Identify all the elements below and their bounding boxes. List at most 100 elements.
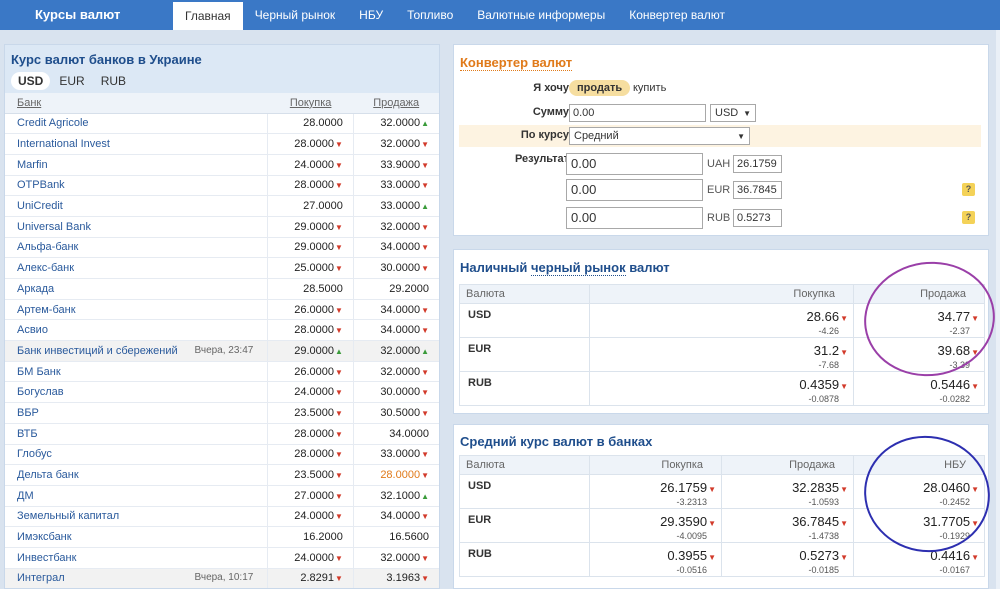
bank-name-link[interactable]: Асвио [17, 324, 48, 336]
bank-name-link[interactable]: ДМ [17, 490, 34, 502]
average-rate-row: USD 26.1759▼ -3.2313 32.2835▼ -1.0593 28.0460… [459, 474, 985, 509]
help-icon[interactable]: ? [962, 183, 975, 196]
result-eur-input[interactable]: 0.00 [566, 179, 703, 201]
bank-name-link[interactable]: Артем-банк [17, 304, 76, 316]
bank-name-link[interactable]: Интеграл [17, 572, 65, 584]
bank-name-link[interactable]: Земельный капитал [17, 510, 119, 522]
rate-delta: -0.0282 [939, 394, 970, 404]
bank-name-link[interactable]: UniCredit [17, 200, 63, 212]
bank-name-link[interactable]: Имэксбанк [17, 531, 72, 543]
nav-nbu[interactable]: НБУ [347, 0, 395, 30]
buy-rate-cell: 24.0000▼ [267, 547, 354, 569]
bank-row: Аркада 28.5000 29.2000 [5, 278, 439, 300]
bank-name-link[interactable]: ВТБ [17, 428, 38, 440]
bank-name-link[interactable]: International Invest [17, 138, 110, 150]
bank-rates-title: Курс валют банков в Украине [11, 52, 202, 67]
help-icon[interactable]: ? [962, 211, 975, 224]
buy-rate: 29.0000 [294, 344, 334, 357]
tab-rub[interactable]: RUB [94, 72, 133, 90]
currency-code: RUB [459, 371, 590, 406]
converter-title[interactable]: Конвертер валют [460, 55, 573, 71]
bank-name-link[interactable]: Банк инвестиций и сбережений [17, 345, 178, 357]
sell-rate: 16.5600 [389, 531, 429, 544]
col-buy[interactable]: Покупка [267, 93, 354, 114]
sell-rate-cell: 3.1963▼ [352, 568, 439, 588]
nav-home[interactable]: Главная [173, 2, 243, 30]
result-rub-input[interactable]: 0.00 [566, 207, 703, 229]
rate-cell: 29.3590▼ -4.0095 [589, 508, 722, 543]
want-row: Я хочу продать купить [459, 78, 981, 100]
buy-rate-cell: 29.0000▼ [267, 237, 354, 259]
bank-name-link[interactable]: OTPBank [17, 179, 65, 191]
trend-down-icon: ▼ [334, 471, 343, 481]
buy-rate-cell: 27.0000 [267, 195, 354, 217]
rate-cell: 0.3955▼ -0.0516 [589, 542, 722, 577]
trend-down-icon: ▼ [421, 553, 429, 563]
sell-rate: 33.0000 [380, 179, 421, 192]
sum-currency-select[interactable]: USD ▼ [710, 104, 756, 122]
bank-name-link[interactable]: БМ Банк [17, 366, 61, 378]
bank-name-link[interactable]: Алекс-банк [17, 262, 74, 274]
bank-name-link[interactable]: Credit Agricole [17, 117, 89, 129]
rate-cell: 26.1759▼ -3.2313 [589, 474, 722, 509]
rate-value: 0.5446 [930, 377, 971, 392]
rate-select[interactable]: Средний ▼ [569, 127, 750, 145]
bank-name-link[interactable]: Богуслав [17, 386, 64, 398]
col-sell[interactable]: Продажа [353, 93, 439, 114]
tab-eur[interactable]: EUR [52, 72, 91, 90]
top-nav-bar: Курсы валют Главная Черный рынок НБУ Топ… [0, 0, 1000, 30]
page-scrollbar[interactable] [996, 30, 1000, 589]
result-uah-input[interactable]: 0.00 [566, 153, 703, 175]
currency-tabs: USD EUR RUB [11, 72, 133, 90]
bank-name-link[interactable]: Глобус [17, 448, 52, 460]
bank-name-link[interactable]: Альфа-банк [17, 241, 78, 253]
trend-down-icon: ▼ [971, 519, 979, 528]
bank-name-link[interactable]: Marfin [17, 159, 48, 171]
col-currency: Валюта [459, 455, 590, 475]
sell-rate-cell: 30.0000▼ [352, 381, 439, 404]
site-logo[interactable]: Курсы валют [35, 7, 120, 22]
trend-down-icon: ▼ [840, 485, 848, 494]
rate-value: 28.66 [806, 309, 840, 324]
sell-toggle[interactable]: продать [569, 80, 631, 96]
buy-rate: 24.0000 [294, 551, 334, 564]
black-market-link[interactable]: черный рынок [530, 260, 626, 276]
bank-row: Интеграл Вчера, 10:17 2.8291▼ 3.1963▼ [5, 568, 439, 588]
converter-panel: Конвертер валют Я хочу продать купить Су… [453, 44, 989, 236]
black-market-row: EUR 31.2▼ -7.68 39.68▼ -3.39 [459, 337, 985, 372]
sell-rate: 30.0000 [380, 386, 421, 399]
bank-row: Имэксбанк 16.2000 16.5600 [5, 526, 439, 548]
bank-name-cell: Алекс-банк [5, 257, 268, 279]
buy-rate-cell: 16.2000 [267, 526, 354, 548]
trend-down-icon: ▼ [421, 305, 429, 315]
rate-cell: 0.5446▼ -0.0282 [853, 371, 985, 406]
bank-name-link[interactable]: Дельта банк [17, 469, 79, 481]
col-bank[interactable]: Банк [5, 93, 268, 114]
nav-black-market[interactable]: Черный рынок [243, 0, 347, 30]
bank-name-link[interactable]: Аркада [17, 283, 54, 295]
buy-toggle[interactable]: купить [633, 82, 666, 94]
bank-name-link[interactable]: Universal Bank [17, 221, 91, 233]
rate-value: 34.77 [937, 309, 971, 324]
tab-usd[interactable]: USD [11, 72, 51, 90]
trend-down-icon: ▼ [334, 450, 343, 460]
trend-down-icon: ▼ [334, 264, 343, 274]
bank-name-link[interactable]: Инвестбанк [17, 552, 76, 564]
result-uah-currency: UAH [707, 158, 731, 170]
rate-cell: 28.0460▼ -0.2452 [853, 474, 985, 509]
nav-converter[interactable]: Конвертер валют [617, 0, 737, 30]
trend-down-icon: ▼ [421, 512, 429, 522]
black-market-table: Валюта Покупка Продажа USD 28.66▼ -4.26 34.… [459, 284, 985, 406]
sum-input[interactable]: 0.00 [569, 104, 706, 122]
bank-row: Земельный капитал 24.0000▼ 34.0000▼ [5, 506, 439, 528]
average-rate-row: EUR 29.3590▼ -4.0095 36.7845▼ -1.4738 31.7705… [459, 508, 985, 543]
nav-fuel[interactable]: Топливо [395, 0, 465, 30]
bank-rates-table: Банк Покупка Продажа Credit Agricole 28.0… [5, 93, 439, 588]
buy-rate-cell: 28.0000▼ [267, 444, 354, 466]
bank-row: Глобус 28.0000▼ 33.0000▼ [5, 444, 439, 466]
bank-name-link[interactable]: ВБР [17, 407, 39, 419]
sell-rate: 32.0000 [380, 220, 421, 233]
buy-rate: 23.5000 [294, 406, 334, 419]
nav-informers[interactable]: Валютные информеры [465, 0, 617, 30]
trend-down-icon: ▼ [334, 326, 343, 336]
